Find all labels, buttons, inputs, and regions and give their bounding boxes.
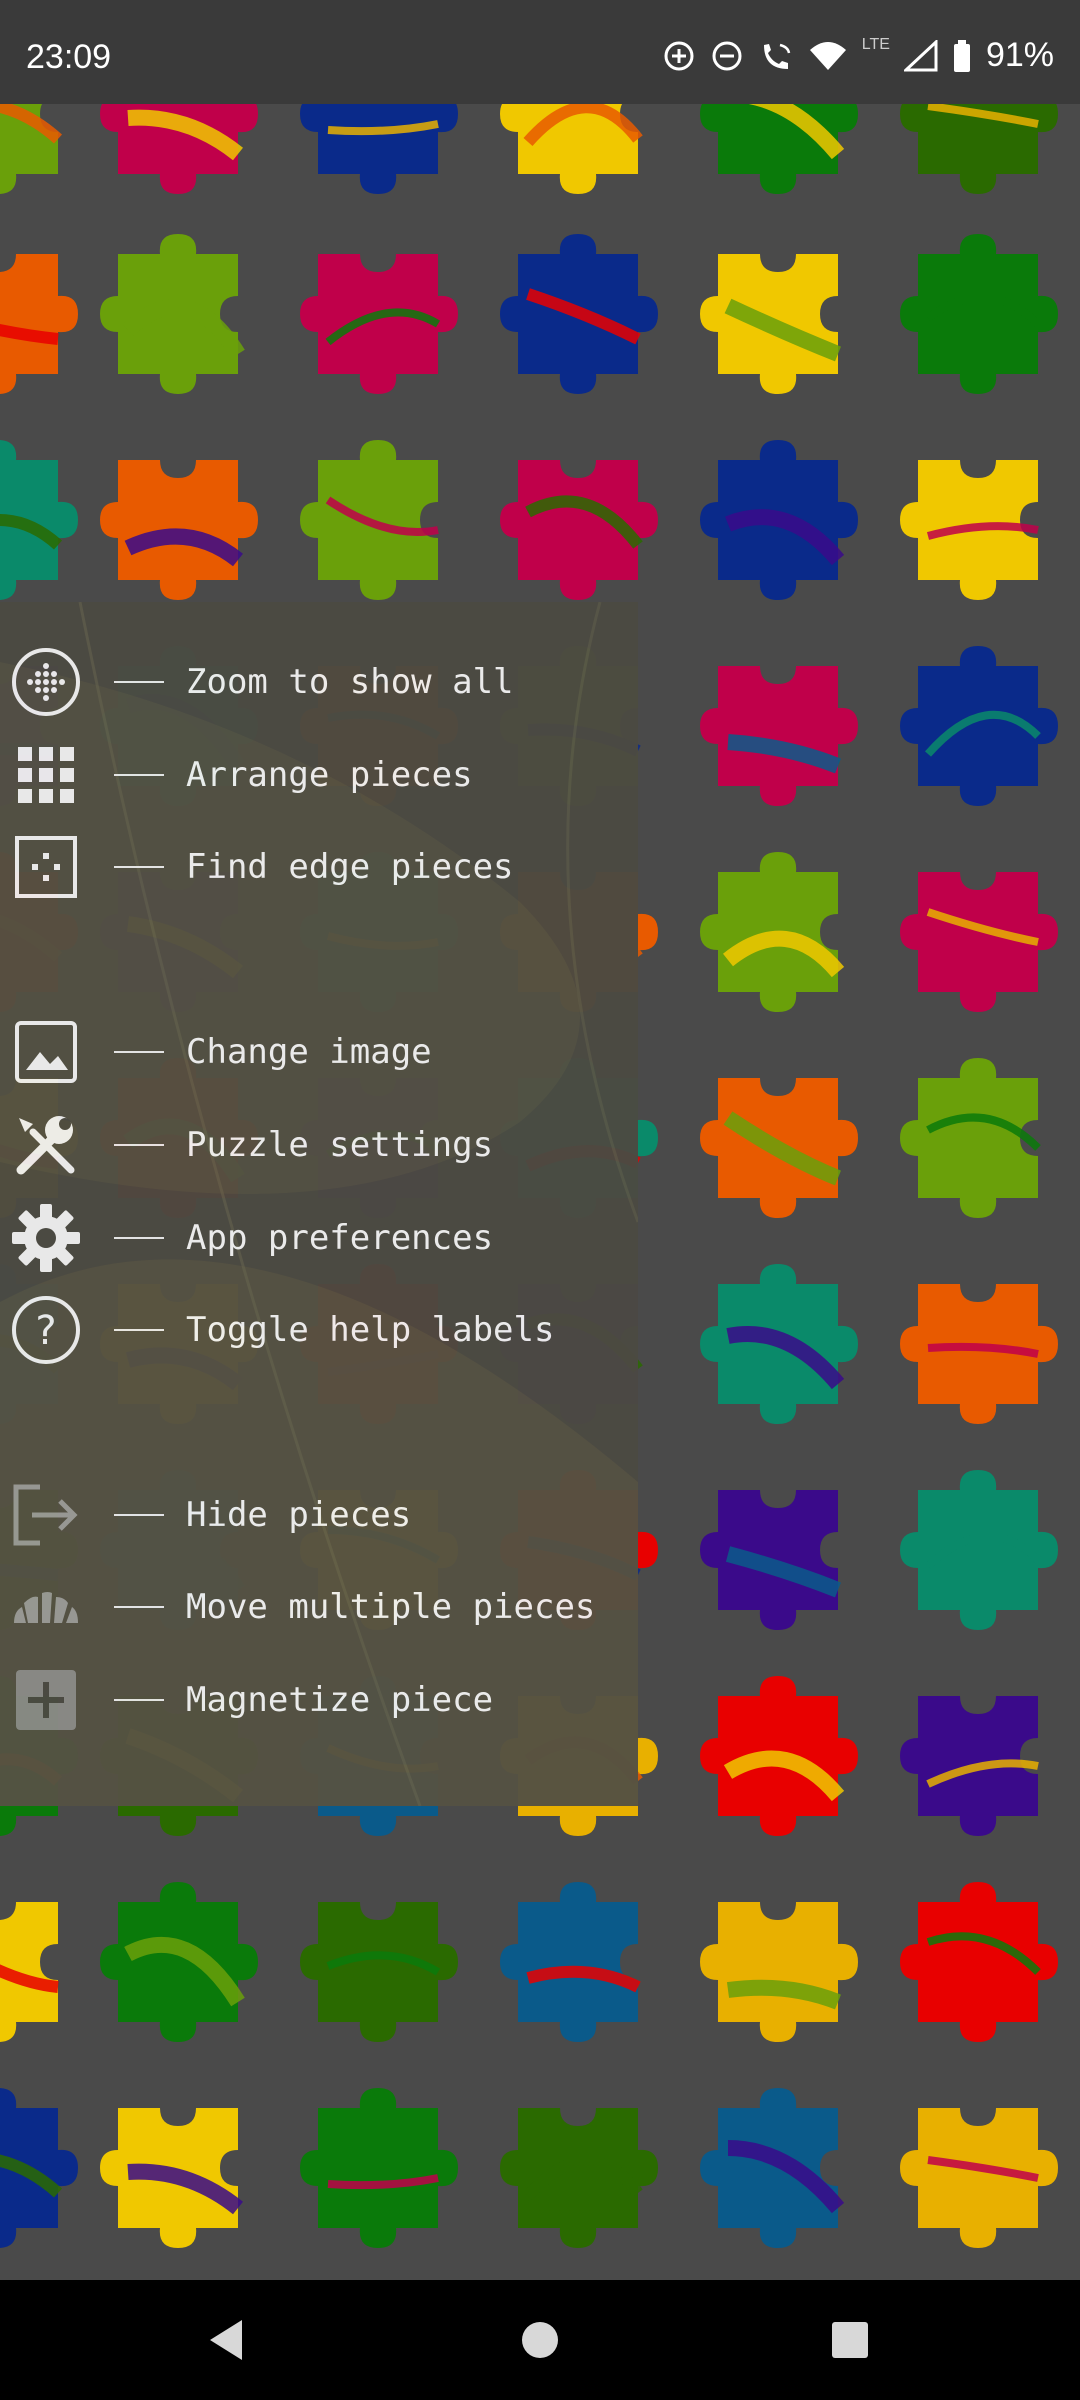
help-circle-icon: ? [0,1290,92,1370]
help-label: Toggle help labels [186,1310,555,1350]
help-label: Hide pieces [186,1495,412,1535]
puzzle-piece[interactable] [898,1264,1058,1424]
puzzle-piece[interactable] [898,2088,1058,2248]
puzzle-piece[interactable] [0,234,78,394]
puzzle-piece[interactable] [298,104,458,194]
signal-icon [903,39,938,72]
puzzle-piece[interactable] [98,1882,258,2042]
puzzle-piece[interactable] [98,2088,258,2248]
help-item-app-preferences[interactable]: App preferences [0,1198,493,1278]
puzzle-piece[interactable] [98,234,258,394]
connector-line [114,1514,164,1516]
puzzle-piece[interactable] [698,1676,858,1836]
status-icons: LTE 91% [662,36,1054,75]
battery-percent: 91% [985,36,1054,74]
help-label: Find edge pieces [186,847,514,887]
help-item-find-edges[interactable]: Find edge pieces [0,827,514,907]
tools-icon [0,1105,92,1185]
lte-label: LTE [861,36,890,53]
battery-icon [952,39,972,73]
wifi-icon [808,40,848,72]
puzzle-piece[interactable] [0,440,78,600]
help-item-arrange[interactable]: Arrange pieces [0,735,473,815]
puzzle-piece[interactable] [898,852,1058,1012]
puzzle-piece[interactable] [298,440,458,600]
help-panel: Zoom to show all Arrange pieces Find edg… [0,602,638,1806]
puzzle-piece[interactable] [898,104,1058,194]
hide-pieces-icon [0,1475,92,1555]
puzzle-piece[interactable] [698,104,858,194]
help-item-hide-pieces[interactable]: Hide pieces [0,1475,411,1555]
puzzle-piece[interactable] [0,104,78,194]
help-item-zoom-all[interactable]: Zoom to show all [0,642,514,722]
puzzle-piece[interactable] [898,646,1058,806]
puzzle-piece[interactable] [898,1676,1058,1836]
grid-icon [0,735,92,815]
connector-line [114,681,164,683]
puzzle-piece[interactable] [698,1058,858,1218]
help-item-toggle-help[interactable]: ? Toggle help labels [0,1290,554,1370]
puzzle-piece[interactable] [698,1264,858,1424]
puzzle-piece[interactable] [0,1882,78,2042]
connector-line [114,1606,164,1608]
puzzle-piece[interactable] [698,1882,858,2042]
recents-icon[interactable] [826,2310,874,2374]
do-not-disturb-icon [710,39,744,73]
status-time: 23:09 [26,38,112,76]
connector-line [114,774,164,776]
connector-line [114,1699,164,1701]
puzzle-piece[interactable] [498,2088,658,2248]
data-saver-icon [662,39,696,73]
help-item-change-image[interactable]: Change image [0,1012,432,1092]
puzzle-piece[interactable] [698,2088,858,2248]
help-label: Zoom to show all [186,662,514,702]
home-icon[interactable] [516,2310,564,2374]
puzzle-piece[interactable] [0,2088,78,2248]
help-label: Arrange pieces [186,755,473,795]
gear-icon [0,1198,92,1278]
wifi-calling-icon [758,39,794,73]
help-label: Move multiple pieces [186,1587,596,1627]
zoom-all-icon [0,642,92,722]
puzzle-piece[interactable] [898,1058,1058,1218]
navigation-bar [0,2280,1080,2400]
help-item-move-multiple[interactable]: Move multiple pieces [0,1567,595,1647]
puzzle-piece[interactable] [898,234,1058,394]
puzzle-piece[interactable] [298,1882,458,2042]
puzzle-piece[interactable] [298,2088,458,2248]
puzzle-piece[interactable] [898,440,1058,600]
help-label: App preferences [186,1218,494,1258]
status-bar: 23:09 LTE 91% [0,0,1080,104]
edge-pieces-icon [0,827,92,907]
puzzle-piece[interactable] [98,440,258,600]
puzzle-piece[interactable] [698,1470,858,1630]
puzzle-piece[interactable] [498,104,658,194]
connector-line [114,1051,164,1053]
puzzle-piece[interactable] [698,646,858,806]
multi-move-icon [0,1567,92,1647]
image-icon [0,1012,92,1092]
back-icon[interactable] [202,2310,250,2374]
puzzle-piece[interactable] [298,234,458,394]
connector-line [114,1329,164,1331]
puzzle-piece[interactable] [98,104,258,194]
connector-line [114,1237,164,1239]
puzzle-piece[interactable] [898,1470,1058,1630]
help-label: Puzzle settings [186,1125,494,1165]
puzzle-piece[interactable] [698,234,858,394]
help-label: Magnetize piece [186,1680,494,1720]
puzzle-piece[interactable] [698,852,858,1012]
help-label: Change image [186,1032,432,1072]
help-item-magnetize[interactable]: Magnetize piece [0,1660,493,1740]
connector-line [114,866,164,868]
puzzle-piece[interactable] [898,1882,1058,2042]
puzzle-piece[interactable] [698,440,858,600]
help-item-puzzle-settings[interactable]: Puzzle settings [0,1105,493,1185]
svg-text:?: ? [35,1308,56,1354]
puzzle-piece[interactable] [498,1882,658,2042]
puzzle-piece[interactable] [498,440,658,600]
puzzle-piece[interactable] [498,234,658,394]
magnetize-plus-icon [0,1660,92,1740]
connector-line [114,1144,164,1146]
